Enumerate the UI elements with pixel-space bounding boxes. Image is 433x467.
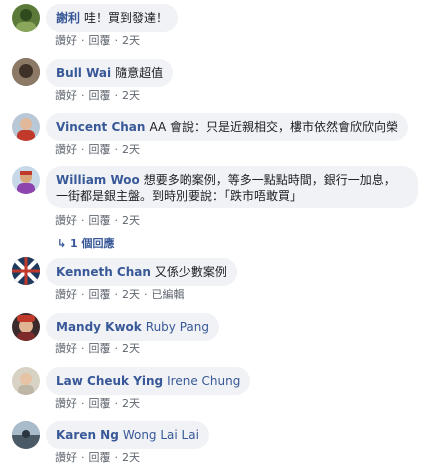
reply-button[interactable]: 回覆 xyxy=(89,397,111,410)
reply-button[interactable]: 回覆 xyxy=(89,451,111,464)
avatar[interactable] xyxy=(12,367,40,395)
like-button[interactable]: 讚好 xyxy=(55,214,77,227)
comment-timestamp[interactable]: 2天 xyxy=(122,34,140,47)
like-button[interactable]: 讚好 xyxy=(55,342,77,355)
avatar-image xyxy=(12,257,40,285)
avatar-image xyxy=(16,9,36,32)
avatar-image xyxy=(17,171,35,194)
comment-author[interactable]: Bull Wai xyxy=(56,66,111,80)
reply-button[interactable]: 回覆 xyxy=(89,214,111,227)
avatar[interactable] xyxy=(12,257,40,285)
comment-actions: 讚好 · 回覆 · 2天 xyxy=(55,342,140,355)
comment-author[interactable]: Mandy Kwok xyxy=(56,320,142,334)
comment-timestamp[interactable]: 2天 xyxy=(122,342,140,355)
avatar[interactable] xyxy=(12,58,40,86)
comment-bubble: Bull Wai 隨意超值 xyxy=(46,59,174,87)
reply-button[interactable]: 回覆 xyxy=(89,288,111,301)
comment-actions: 讚好 · 回覆 · 2天 xyxy=(55,451,140,464)
comment-bubble: Karen Ng Wong Lai Lai xyxy=(46,421,209,449)
comment-timestamp[interactable]: 2天 xyxy=(122,397,140,410)
comment-bubble: William Woo 想要多啲案例，等多一點點時間，銀行一加息， 一街都是銀主盤… xyxy=(46,166,418,208)
comment-author[interactable]: Karen Ng xyxy=(56,428,119,442)
avatar-image xyxy=(17,315,35,341)
comment-bubble: Mandy Kwok Ruby Pang xyxy=(46,313,219,341)
view-replies-link[interactable]: ↳ 1 個回應 xyxy=(57,235,115,251)
like-button[interactable]: 讚好 xyxy=(55,397,77,410)
avatar-image xyxy=(12,58,40,86)
edited-label: 已編輯 xyxy=(151,288,185,301)
comment-actions: 讚好 · 回覆 · 2天 xyxy=(55,214,140,227)
comment-author[interactable]: William Woo xyxy=(56,173,140,187)
avatar-image xyxy=(18,373,34,395)
comment-author[interactable]: Vincent Chan xyxy=(56,120,145,134)
comment-actions: 讚好 · 回覆 · 2天 · 已編輯 xyxy=(55,288,185,301)
comment-author[interactable]: Law Cheuk Ying xyxy=(56,374,163,388)
comment-timestamp[interactable]: 2天 xyxy=(122,451,140,464)
comment-bubble: 謝利 哇！買到發達！ xyxy=(46,4,179,32)
avatar[interactable] xyxy=(12,313,40,341)
avatar[interactable] xyxy=(12,4,40,32)
comment-text: 哇！買到發達！ xyxy=(84,11,169,25)
comment-actions: 讚好 · 回覆 · 2天 xyxy=(55,397,140,410)
comment-bubble: Kenneth Chan 又係少數案例 xyxy=(46,258,237,286)
comment-timestamp[interactable]: 2天 xyxy=(122,143,140,156)
tagged-user[interactable]: Wong Lai Lai xyxy=(123,428,199,442)
avatar-image xyxy=(12,421,40,449)
reply-button[interactable]: 回覆 xyxy=(89,34,111,47)
comment-bubble: Law Cheuk Ying Irene Chung xyxy=(46,367,251,395)
avatar[interactable] xyxy=(12,113,40,141)
like-button[interactable]: 讚好 xyxy=(55,34,77,47)
avatar[interactable] xyxy=(12,421,40,449)
like-button[interactable]: 讚好 xyxy=(55,451,77,464)
comment-bubble: Vincent Chan AA 會說：只是近親相交，樓市依然會欣欣向榮 xyxy=(46,113,409,141)
comment-actions: 讚好 · 回覆 · 2天 xyxy=(55,89,140,102)
comment-timestamp[interactable]: 2天 xyxy=(122,89,140,102)
comment-timestamp[interactable]: 2天 xyxy=(122,288,140,301)
comment-actions: 讚好 · 回覆 · 2天 xyxy=(55,143,140,156)
comment-text: 又係少數案例 xyxy=(154,265,227,279)
tagged-user[interactable]: Irene Chung xyxy=(167,374,240,388)
comment-author[interactable]: Kenneth Chan xyxy=(56,265,151,279)
comment-text-line-2: 一街都是銀主盤。到時別要說：「跌市唔敢買」 xyxy=(56,189,303,203)
comment-text: AA 會說：只是近親相交，樓市依然會欣欣向榮 xyxy=(149,120,399,134)
avatar-image xyxy=(17,118,35,141)
comment-timestamp[interactable]: 2天 xyxy=(122,214,140,227)
reply-button[interactable]: 回覆 xyxy=(89,143,111,156)
like-button[interactable]: 讚好 xyxy=(55,288,77,301)
tagged-user[interactable]: Ruby Pang xyxy=(146,320,209,334)
comment-actions: 讚好 · 回覆 · 2天 xyxy=(55,34,140,47)
reply-button[interactable]: 回覆 xyxy=(89,342,111,355)
like-button[interactable]: 讚好 xyxy=(55,143,77,156)
comment-text-line-1: 想要多啲案例，等多一點點時間，銀行一加息， xyxy=(143,173,396,187)
reply-button[interactable]: 回覆 xyxy=(89,89,111,102)
comment-text: 隨意超值 xyxy=(115,66,164,80)
comment-author[interactable]: 謝利 xyxy=(56,11,80,25)
like-button[interactable]: 讚好 xyxy=(55,89,77,102)
avatar[interactable] xyxy=(12,166,40,194)
